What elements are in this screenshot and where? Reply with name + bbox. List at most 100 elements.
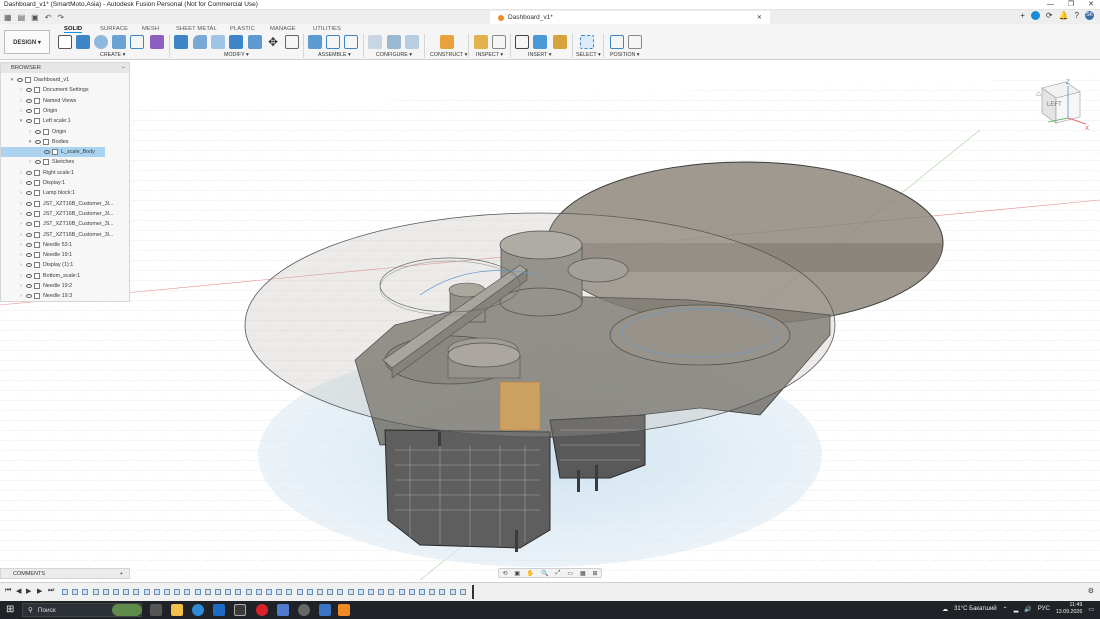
browser-item[interactable]: ▾ Bodies <box>1 137 68 147</box>
timeline-end-icon[interactable]: ⏭ <box>48 587 54 595</box>
tab-surface[interactable]: SURFACE <box>100 26 128 32</box>
browser-item[interactable]: › Document Settings <box>1 85 89 95</box>
timeline-feature[interactable] <box>184 589 191 595</box>
capture-position-icon[interactable] <box>610 35 624 49</box>
3d-viewport[interactable]: LEFT Z X ⌂ <box>0 60 1100 580</box>
file-icon[interactable]: ▤ <box>18 13 26 22</box>
visibility-icon[interactable] <box>26 263 32 268</box>
browser-item[interactable]: › Display (1):1 <box>1 260 73 270</box>
browser-item[interactable]: › JST_XZT16B_Customer_3l... <box>1 209 113 219</box>
app-icon[interactable] <box>277 604 289 616</box>
timeline-feature[interactable] <box>143 589 150 595</box>
home-view-icon[interactable]: ⌂ <box>1036 89 1041 98</box>
glass-cover[interactable] <box>244 212 836 438</box>
timeline-feature[interactable] <box>388 589 395 595</box>
timeline-feature[interactable] <box>82 589 89 595</box>
select-group[interactable]: SELECT ▾ <box>576 52 601 58</box>
browser-item[interactable]: › Needle 53:1 <box>1 240 72 250</box>
display-settings-icon[interactable]: ▭ <box>567 570 573 577</box>
expand-arrow-icon[interactable]: › <box>18 221 24 227</box>
visibility-icon[interactable] <box>26 119 32 124</box>
visibility-icon[interactable] <box>26 284 32 288</box>
insert-group[interactable]: INSERT ▾ <box>528 52 551 58</box>
job-status-icon[interactable]: ⟳ <box>1046 11 1053 20</box>
redo-icon[interactable]: ↷ <box>57 13 64 22</box>
timeline-forward-icon[interactable]: ▶ <box>37 587 42 595</box>
timeline-feature[interactable] <box>153 589 160 595</box>
expand-arrow-icon[interactable]: › <box>18 232 24 238</box>
orbit-icon[interactable]: ⟲ <box>502 570 507 577</box>
save-icon[interactable]: ▣ <box>31 13 39 22</box>
configure-theme-icon[interactable] <box>405 35 419 49</box>
remote-desktop-icon[interactable] <box>319 604 331 616</box>
expand-arrow-icon[interactable]: › <box>18 252 24 258</box>
revolve-icon[interactable] <box>94 35 108 49</box>
browser-item[interactable]: › Lamp block:1 <box>1 188 75 198</box>
offset-plane-icon[interactable] <box>440 35 454 49</box>
browser-item[interactable]: ▾ Left scale:1 <box>1 116 71 126</box>
tab-manage[interactable]: MANAGE <box>270 26 296 32</box>
expand-arrow-icon[interactable]: › <box>27 159 33 165</box>
opera-icon[interactable] <box>256 604 268 616</box>
joint-icon[interactable] <box>326 35 340 49</box>
collapse-panel-icon[interactable]: − <box>122 65 125 71</box>
browser-item[interactable]: › Origin <box>1 127 66 137</box>
timeline-feature[interactable] <box>459 589 466 595</box>
news-widget-icon[interactable] <box>112 604 142 616</box>
close-tab-icon[interactable]: ✕ <box>757 14 762 21</box>
extrude-icon[interactable] <box>76 35 90 49</box>
timeline-feature[interactable] <box>378 589 385 595</box>
timeline-feature[interactable] <box>286 589 293 595</box>
create-group[interactable]: CREATE ▾ <box>100 52 125 58</box>
position-group[interactable]: POSITION ▾ <box>610 52 639 58</box>
minimize-icon[interactable]: — <box>1047 0 1054 10</box>
assemble-group[interactable]: ASSEMBLE ▾ <box>318 52 351 58</box>
add-comment-icon[interactable]: + <box>120 571 123 577</box>
timeline-feature[interactable] <box>347 589 354 595</box>
expand-arrow-icon[interactable]: › <box>18 283 24 289</box>
timeline-feature[interactable] <box>174 589 181 595</box>
avatar[interactable]: SK <box>1085 11 1094 20</box>
visibility-icon[interactable] <box>26 273 32 278</box>
timeline-feature[interactable] <box>368 589 374 595</box>
visibility-icon[interactable] <box>26 211 32 216</box>
revert-position-icon[interactable] <box>628 35 642 49</box>
visibility-icon[interactable] <box>35 139 41 144</box>
timeline-feature[interactable] <box>235 589 242 595</box>
interference-icon[interactable] <box>492 35 506 49</box>
tab-mesh[interactable]: MESH <box>142 26 159 32</box>
browser-item[interactable]: › Needle 19:2 <box>1 281 72 291</box>
fillet-icon[interactable] <box>193 35 207 49</box>
timeline-feature[interactable] <box>357 589 364 595</box>
visibility-icon[interactable] <box>26 242 32 247</box>
expand-arrow-icon[interactable]: › <box>27 129 33 135</box>
expand-arrow-icon[interactable]: › <box>18 211 24 217</box>
workspace-switcher[interactable]: DESIGN ▾ <box>4 30 50 54</box>
new-tab-icon[interactable]: + <box>1020 11 1025 20</box>
visibility-icon[interactable] <box>35 160 41 165</box>
visibility-icon[interactable] <box>35 129 41 134</box>
timeline-feature[interactable] <box>225 589 232 595</box>
timeline-feature[interactable] <box>408 589 415 595</box>
as-built-joint-icon[interactable] <box>344 35 358 49</box>
tray-chevron-icon[interactable]: ⌃ <box>1003 606 1008 613</box>
browser-item[interactable]: › Right scale:1 <box>1 168 74 178</box>
visibility-icon[interactable] <box>26 294 32 299</box>
settings-icon[interactable] <box>298 604 310 616</box>
timeline-feature[interactable] <box>296 589 303 595</box>
visibility-icon[interactable] <box>26 170 32 175</box>
browser-item[interactable]: › Origin <box>1 106 57 116</box>
timeline-feature[interactable] <box>113 589 119 595</box>
zoom-icon[interactable]: 🔍 <box>541 570 548 577</box>
fit-icon[interactable]: ⤢ <box>556 570 561 577</box>
move-icon[interactable]: ✥ <box>266 35 280 49</box>
expand-arrow-icon[interactable]: › <box>18 293 24 299</box>
notifications-icon[interactable]: ▭ <box>1088 606 1094 613</box>
file-explorer-icon[interactable] <box>171 604 183 616</box>
tab-utilities[interactable]: UTILITIES <box>313 26 341 32</box>
timeline-feature[interactable] <box>419 589 425 595</box>
undo-icon[interactable]: ↶ <box>45 13 52 22</box>
expand-arrow-icon[interactable]: › <box>18 201 24 207</box>
expand-arrow-icon[interactable]: ▾ <box>18 118 24 124</box>
browser-item[interactable]: › Needle 19:1 <box>1 250 72 260</box>
